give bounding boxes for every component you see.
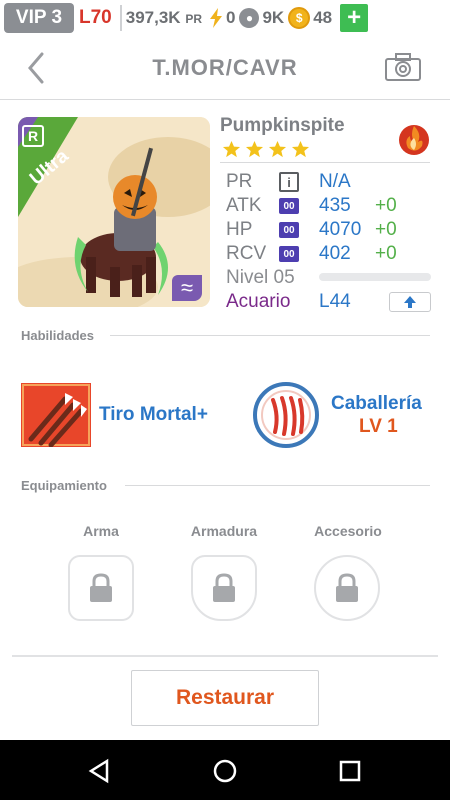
claw-trait-icon[interactable] bbox=[253, 382, 319, 448]
triple-arrow-skill-icon[interactable] bbox=[21, 383, 91, 447]
stat-label: HP bbox=[226, 219, 253, 240]
paw-counter[interactable]: ● 9K bbox=[239, 8, 284, 28]
star-icon bbox=[291, 140, 310, 158]
fire-icon bbox=[399, 125, 429, 155]
android-nav-bar bbox=[0, 740, 450, 800]
footer-divider bbox=[12, 655, 438, 657]
rarity-badge: R bbox=[22, 125, 44, 147]
quality-badge: 00 bbox=[279, 198, 299, 214]
weapon-label: Arma bbox=[83, 523, 119, 539]
aquarium-level: L44 bbox=[319, 291, 351, 312]
stat-row-atk: ATK bbox=[226, 195, 278, 217]
top-status-bar: VIP 3 L70 397,3K PR 0 ● 9K $ 48 + bbox=[0, 0, 450, 36]
energy-value: 0 bbox=[225, 8, 236, 27]
trait-level: LV 1 bbox=[359, 416, 398, 437]
quality-badge: 00 bbox=[279, 246, 299, 262]
nav-recents-icon[interactable] bbox=[337, 758, 363, 784]
power-rating: 397,3K PR bbox=[126, 8, 202, 28]
water-element-icon: ≈ bbox=[172, 275, 202, 301]
paw-icon: ● bbox=[239, 8, 260, 28]
stat-value: 4070 bbox=[319, 219, 362, 240]
back-arrow-icon[interactable] bbox=[22, 50, 52, 86]
lock-icon bbox=[90, 573, 112, 602]
energy-counter[interactable]: 0 bbox=[208, 8, 235, 28]
equipment-section-title: Equipamiento bbox=[21, 478, 107, 493]
stat-bonus: +0 bbox=[375, 243, 397, 264]
coin-icon: $ bbox=[288, 7, 311, 29]
monster-portrait[interactable]: R Ultra ≈ bbox=[18, 117, 210, 307]
aquarium-label: Acuario bbox=[226, 291, 291, 312]
star-icon bbox=[222, 140, 241, 158]
stat-label: RCV bbox=[226, 243, 267, 264]
coin-counter[interactable]: $ 48 bbox=[288, 7, 332, 29]
page-title: T.MOR/CAVR bbox=[152, 54, 298, 80]
armor-label: Armadura bbox=[190, 523, 258, 539]
stat-bonus: +0 bbox=[375, 195, 397, 216]
player-level: L70 bbox=[79, 7, 112, 28]
stat-row-hp: HP bbox=[226, 219, 278, 241]
power-rating-value: 397,3K bbox=[125, 8, 181, 27]
nav-back-icon[interactable] bbox=[87, 758, 113, 784]
lock-icon bbox=[213, 573, 235, 602]
add-currency-button[interactable]: + bbox=[340, 4, 369, 32]
skills-section-title: Habilidades bbox=[21, 328, 94, 343]
lightning-icon bbox=[209, 8, 222, 28]
star-icon bbox=[245, 140, 264, 158]
star-rating bbox=[222, 140, 314, 159]
section-divider bbox=[125, 485, 430, 486]
upgrade-aquarium-button[interactable] bbox=[389, 292, 431, 312]
monster-level: Nivel 05 bbox=[226, 267, 295, 288]
stat-label: ATK bbox=[226, 195, 262, 216]
stat-label: PR bbox=[226, 171, 253, 192]
quality-badge: 00 bbox=[279, 222, 299, 238]
star-icon bbox=[268, 140, 287, 158]
power-rating-unit: PR bbox=[185, 12, 202, 26]
name-divider bbox=[220, 162, 430, 163]
accessory-label: Accesorio bbox=[314, 523, 382, 539]
vip-badge[interactable]: VIP 3 bbox=[4, 3, 74, 33]
coin-value: 48 bbox=[313, 8, 333, 27]
stat-value: 402 bbox=[319, 243, 351, 264]
up-arrow-icon bbox=[404, 296, 416, 308]
stat-value: N/A bbox=[319, 171, 351, 192]
info-icon[interactable]: i bbox=[279, 172, 299, 192]
weapon-slot[interactable] bbox=[68, 555, 134, 621]
monster-name: Pumpkinspite bbox=[220, 115, 345, 136]
nav-home-icon[interactable] bbox=[212, 758, 238, 784]
stat-row-rcv: RCV bbox=[226, 243, 278, 265]
lock-icon bbox=[336, 573, 358, 602]
stat-row-pr: PR bbox=[226, 171, 278, 193]
paw-value: 9K bbox=[262, 8, 285, 27]
divider bbox=[119, 5, 122, 31]
level-progress-bar bbox=[319, 273, 431, 281]
armor-slot[interactable] bbox=[191, 555, 257, 621]
page-header: T.MOR/CAVR bbox=[0, 36, 450, 100]
restore-button[interactable]: Restaurar bbox=[131, 670, 319, 726]
camera-icon[interactable] bbox=[384, 52, 422, 82]
stat-value: 435 bbox=[319, 195, 351, 216]
trait-name[interactable]: Caballería bbox=[331, 393, 422, 415]
stat-bonus: +0 bbox=[375, 219, 397, 240]
section-divider bbox=[110, 335, 430, 336]
accessory-slot[interactable] bbox=[314, 555, 380, 621]
skill-name[interactable]: Tiro Mortal+ bbox=[99, 404, 208, 426]
monster-detail-screen: VIP 3 L70 397,3K PR 0 ● 9K $ 48 + T.MOR/… bbox=[0, 0, 450, 800]
